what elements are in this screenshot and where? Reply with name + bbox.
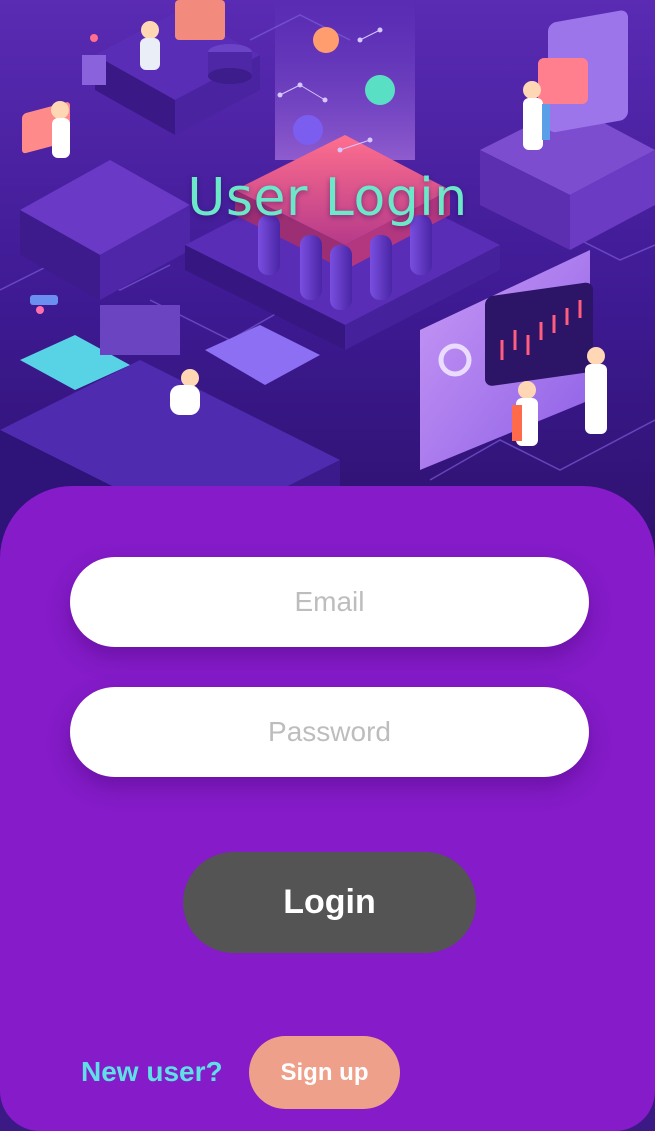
password-input[interactable] (70, 687, 589, 777)
page-title: User Login (187, 168, 468, 228)
login-button[interactable]: Login (183, 852, 476, 953)
email-input[interactable] (70, 557, 589, 647)
new-user-label: New user? (81, 1056, 223, 1087)
signup-button[interactable]: Sign up (249, 1036, 400, 1109)
